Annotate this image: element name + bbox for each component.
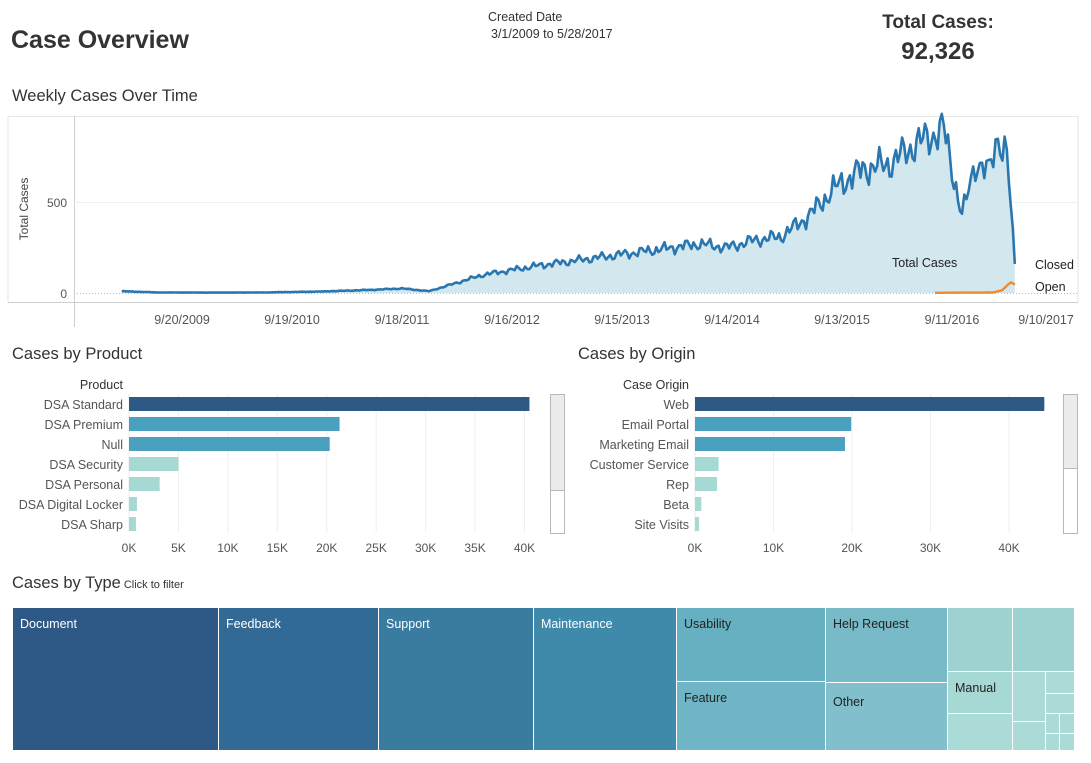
treemap-cell-small[interactable] [1013,672,1046,722]
origin-scrollbar[interactable] [1063,394,1078,534]
page-title: Case Overview [11,26,189,54]
product-bar[interactable] [129,457,179,471]
treemap-cell-document[interactable]: Document [13,608,219,751]
product-label[interactable]: DSA Security [49,458,123,472]
date-filter-range[interactable]: 3/1/2009 to 5/28/2017 [491,27,613,41]
type-chart-title: Cases by Type Click to filter [12,574,184,593]
y-tick-500: 500 [47,196,67,210]
origin-label[interactable]: Customer Service [590,458,689,472]
product-label[interactable]: Null [101,438,123,452]
product-bar[interactable] [129,477,160,491]
closed-series-label: Closed [1035,258,1074,272]
treemap-cell-small[interactable] [1013,722,1046,751]
x-tick-label: 25K [366,541,387,555]
product-chart-title: Cases by Product [12,345,143,363]
origin-scrollbar-thumb[interactable] [1064,395,1077,469]
origin-label[interactable]: Rep [666,478,689,492]
product-bar[interactable] [129,437,330,451]
treemap-cell-small[interactable] [948,608,1013,672]
origin-label[interactable]: Marketing Email [599,438,689,452]
x-tick-label: 5K [171,541,186,555]
treemap-cell-maintenance[interactable]: Maintenance [534,608,677,751]
total-cases-annotation: Total Cases [892,256,957,270]
treemap-cell-feature[interactable]: Feature [677,682,826,751]
x-tick-label: 0K [122,541,137,555]
treemap-cell-small[interactable] [1046,694,1075,714]
product-label[interactable]: DSA Premium [45,418,124,432]
x-tick-label: 9/16/2012 [484,313,540,327]
product-label[interactable]: DSA Personal [45,478,123,492]
x-axis-ticks: 9/20/2009 9/19/2010 9/18/2011 9/16/2012 … [154,313,1074,327]
x-tick-label: 35K [464,541,485,555]
origin-bar[interactable] [695,457,719,471]
product-bar[interactable] [129,517,136,531]
treemap-cell-other[interactable]: Other [826,683,948,751]
x-tick-label: 9/19/2010 [264,313,320,327]
product-bar[interactable] [129,417,340,431]
origin-bar[interactable] [695,417,852,431]
origin-bar[interactable] [695,437,845,451]
x-tick-label: 9/13/2015 [814,313,870,327]
product-bar[interactable] [129,397,530,411]
x-tick-label: 9/20/2009 [154,313,210,327]
treemap-cell-small[interactable] [1046,672,1075,694]
treemap-cell-small[interactable] [1060,714,1075,734]
treemap-cell-help-request[interactable]: Help Request [826,608,948,683]
product-label[interactable]: DSA Standard [44,398,123,412]
treemap-cell-feedback[interactable]: Feedback [219,608,379,751]
weekly-chart-title: Weekly Cases Over Time [12,87,198,105]
cases-by-type-treemap[interactable]: Document Feedback Support Maintenance Us… [13,608,1075,751]
x-tick-label: 15K [267,541,288,555]
weekly-cases-chart[interactable]: Total Cases 500 0 Total Cases Closed Ope… [0,112,1091,332]
x-tick-label: 0K [688,541,703,555]
x-tick-label: 40K [514,541,535,555]
origin-label[interactable]: Site Visits [634,518,689,532]
x-tick-label: 9/18/2011 [375,313,430,327]
product-scrollbar-thumb[interactable] [551,395,564,491]
origin-axis-header: Case Origin [623,378,689,392]
x-tick-label: 20K [316,541,337,555]
treemap-cell-support[interactable]: Support [379,608,534,751]
treemap-cell-usability[interactable]: Usability [677,608,826,682]
type-title-text: Cases by Type [12,574,121,592]
x-tick-label: 9/10/2017 [1018,313,1074,327]
origin-chart-title: Cases by Origin [578,345,696,363]
date-filter-label: Created Date [488,10,563,24]
origin-label[interactable]: Email Portal [622,418,689,432]
open-series-label: Open [1035,280,1066,294]
x-tick-label: 10K [763,541,784,555]
total-cases-value: 92,326 [901,38,975,65]
x-tick-label: 20K [841,541,862,555]
total-cases-label: Total Cases: [882,12,994,33]
origin-label[interactable]: Beta [663,498,689,512]
product-bar[interactable] [129,497,137,511]
cases-by-product-chart[interactable]: Product DSA Standard DSA Premium Null DSA S… [0,372,560,562]
x-tick-label: 9/15/2013 [594,313,650,327]
x-tick-label: 9/14/2014 [704,313,760,327]
origin-bar[interactable] [695,497,702,511]
treemap-cell-small[interactable] [1046,714,1060,734]
y-axis-label: Total Cases [17,178,31,241]
x-tick-label: 30K [920,541,941,555]
product-label[interactable]: DSA Digital Locker [19,498,123,512]
origin-bar[interactable] [695,397,1045,411]
treemap-cell-small[interactable] [1060,734,1075,751]
product-scrollbar[interactable] [550,394,565,534]
treemap-cell-small[interactable] [948,714,1013,751]
x-tick-label: 9/11/2016 [925,313,980,327]
y-tick-0: 0 [60,287,67,301]
origin-bar[interactable] [695,477,717,491]
treemap-cell-manual[interactable]: Manual [948,672,1013,714]
product-axis-header: Product [80,378,124,392]
type-filter-hint: Click to filter [123,579,184,591]
treemap-cell-small[interactable] [1013,608,1075,672]
cases-by-origin-chart[interactable]: Case Origin Web Email Portal Marketing Ema… [566,372,1076,562]
x-tick-label: 10K [217,541,238,555]
x-tick-label: 30K [415,541,436,555]
treemap-cell-small[interactable] [1046,734,1060,751]
origin-label[interactable]: Web [664,398,690,412]
x-tick-label: 40K [998,541,1019,555]
product-label[interactable]: DSA Sharp [61,518,123,532]
origin-bar[interactable] [695,517,699,531]
